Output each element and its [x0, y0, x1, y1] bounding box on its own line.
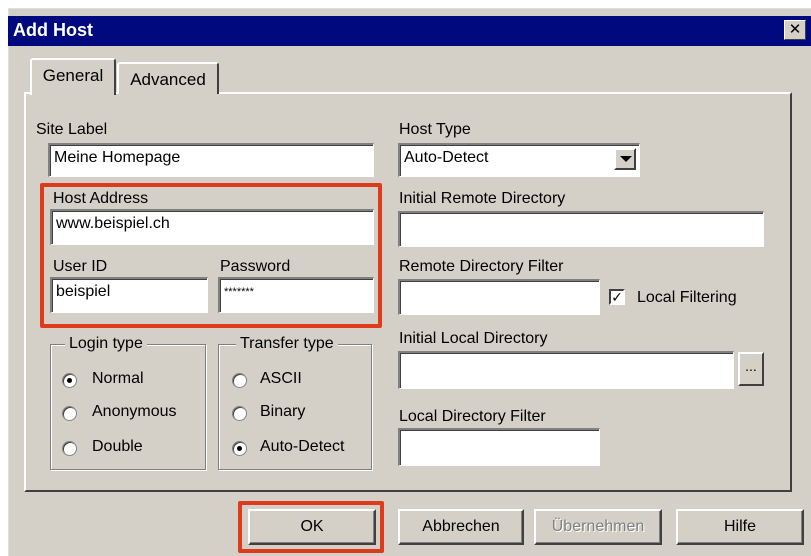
host-address-input[interactable]: www.beispiel.ch	[50, 209, 374, 245]
transfer-ascii-label: ASCII	[260, 370, 302, 387]
initial-remote-directory-label: Initial Remote Directory	[399, 190, 566, 207]
local-filtering-checkbox[interactable]: ✓	[609, 289, 625, 305]
remote-directory-filter-label: Remote Directory Filter	[399, 258, 564, 275]
transfer-autodetect-radio[interactable]	[232, 441, 247, 456]
tab-general[interactable]: General	[30, 58, 116, 95]
transfer-ascii-radio[interactable]	[232, 373, 247, 388]
local-directory-filter-input[interactable]	[398, 428, 600, 466]
transfer-type-title: Transfer type	[236, 335, 338, 353]
close-button[interactable]: ✕	[784, 20, 806, 40]
password-input[interactable]: *******	[218, 277, 374, 313]
login-double-label: Double	[92, 438, 143, 455]
host-address-label: Host Address	[53, 190, 149, 207]
login-double-radio[interactable]	[62, 441, 77, 456]
login-anonymous-label: Anonymous	[92, 403, 177, 420]
login-normal-label: Normal	[92, 370, 144, 387]
host-type-label: Host Type	[399, 121, 471, 138]
browse-button[interactable]: ...	[738, 352, 764, 386]
title-bar	[8, 16, 811, 46]
transfer-autodetect-label: Auto-Detect	[260, 438, 345, 455]
login-normal-radio[interactable]	[62, 373, 77, 388]
password-label: Password	[220, 258, 291, 275]
remote-directory-filter-input[interactable]	[398, 279, 600, 315]
ok-button[interactable]: OK	[248, 509, 376, 545]
check-icon: ✓	[611, 289, 623, 305]
local-directory-filter-label: Local Directory Filter	[399, 408, 546, 425]
site-label-input[interactable]: Meine Homepage	[48, 143, 374, 177]
close-icon: ✕	[788, 21, 802, 38]
local-filtering-label: Local Filtering	[637, 289, 737, 306]
site-label-label: Site Label	[36, 121, 108, 138]
host-type-select[interactable]: Auto-Detect	[398, 143, 640, 177]
initial-local-directory-input[interactable]	[398, 351, 734, 389]
initial-remote-directory-input[interactable]	[398, 211, 764, 247]
initial-local-directory-label: Initial Local Directory	[399, 330, 548, 347]
transfer-binary-label: Binary	[260, 403, 306, 420]
chevron-down-icon[interactable]	[614, 148, 636, 170]
host-type-value: Auto-Detect	[404, 149, 489, 166]
user-id-input[interactable]: beispiel	[50, 277, 208, 313]
transfer-binary-radio[interactable]	[232, 406, 247, 421]
cancel-button[interactable]: Abbrechen	[398, 509, 524, 545]
window-title: Add Host	[13, 20, 93, 40]
user-id-label: User ID	[53, 258, 108, 275]
help-button[interactable]: Hilfe	[676, 509, 804, 545]
login-type-title: Login type	[65, 335, 147, 353]
tab-advanced[interactable]: Advanced	[117, 62, 219, 94]
apply-button[interactable]: Übernehmen	[534, 509, 662, 545]
login-anonymous-radio[interactable]	[62, 406, 77, 421]
